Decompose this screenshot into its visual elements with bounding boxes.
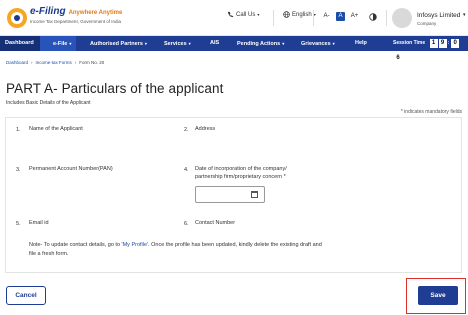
nav-ais[interactable]: AIS — [210, 36, 219, 51]
chevron-right-icon: › — [74, 60, 77, 65]
session-digit: 1 — [429, 39, 438, 48]
session-digit: 0 — [451, 39, 460, 48]
field-number: 2. — [184, 127, 189, 133]
chevron-right-icon: › — [31, 60, 33, 65]
brand-subtitle: Income Tax Department, Government of Ind… — [30, 19, 121, 24]
chevron-down-icon: ▾ — [257, 12, 260, 17]
session-time-label: Session Time — [393, 40, 426, 46]
font-increase-button[interactable]: A+ — [350, 12, 359, 21]
divider — [313, 10, 314, 26]
field-number: 3. — [16, 167, 21, 173]
page-subtitle: Includes Basic Details of the Applicant — [6, 100, 91, 106]
breadcrumb: Dashboard › Income-tax Forms › Form No. … — [6, 60, 104, 65]
user-menu[interactable]: Infosys Limited Company — [417, 12, 460, 26]
incorporation-date-label: Date of incorporation of the company/ pa… — [195, 165, 287, 181]
field-number: 5. — [16, 221, 21, 227]
field-number: 6. — [184, 221, 189, 227]
nav-authorised-partners[interactable]: Authorised Partners ▾ — [90, 36, 147, 51]
brand-title-hindi: Anywhere Anytime — [68, 10, 123, 16]
email-label: Email id — [29, 220, 49, 226]
applicant-name-label: Name of the Applicant — [29, 126, 83, 132]
phone-icon — [227, 11, 234, 18]
language-label: English — [292, 11, 312, 18]
avatar[interactable] — [392, 8, 412, 28]
nav-pending-actions[interactable]: Pending Actions ▾ — [237, 36, 284, 51]
brand-title: e-Filing — [30, 6, 66, 17]
mandatory-note: * indicates mandatory fields — [401, 109, 462, 115]
incorporation-date-input[interactable] — [195, 186, 265, 203]
field-number: 4. — [184, 167, 189, 173]
breadcrumb-dashboard[interactable]: Dashboard — [6, 60, 28, 65]
cancel-button[interactable]: Cancel — [6, 286, 46, 305]
call-us-menu[interactable]: Call Us ▾ — [227, 11, 259, 18]
pan-label: Permanent Account Number(PAN) — [29, 166, 113, 172]
nav-help-label: Help — [355, 40, 367, 46]
contrast-icon[interactable] — [369, 13, 377, 21]
session-timer: Session Time 1 9:06 — [393, 36, 468, 63]
nav-dashboard[interactable]: Dashboard — [0, 36, 40, 51]
chevron-down-icon: ▾ — [282, 41, 285, 46]
nav-services[interactable]: Services ▾ — [164, 36, 191, 51]
emblem-logo[interactable] — [6, 7, 28, 29]
chevron-down-icon: ▾ — [69, 41, 72, 46]
divider — [386, 10, 387, 26]
font-decrease-button[interactable]: A- — [322, 12, 331, 21]
page-title: PART A- Particulars of the applicant — [6, 81, 224, 96]
profile-note: Note- To update contact details, go to '… — [29, 241, 329, 259]
nav-efile[interactable]: e-File ▾ — [40, 36, 76, 51]
brand: e-Filing Anywhere Anytime Income Tax Depa… — [30, 6, 122, 24]
contact-number-label: Contact Number — [195, 220, 236, 226]
chevron-down-icon: ▾ — [188, 41, 191, 46]
mandatory-note-text: * indicates mandatory fields — [400, 109, 462, 115]
address-label: Address — [195, 126, 216, 132]
nav-ais-label: AIS — [210, 40, 220, 46]
session-digit: 9 — [438, 39, 447, 48]
nav-help[interactable]: Help — [355, 36, 367, 51]
nav-authorised-partners-label: Authorised Partners — [90, 41, 143, 47]
note-text-pre: Note- To update contact details, go to ' — [29, 242, 123, 248]
save-button[interactable]: Save — [418, 286, 458, 305]
user-role: Company — [417, 21, 437, 26]
user-name: Infosys Limited — [417, 12, 461, 19]
globe-icon — [283, 11, 290, 18]
nav-grievances-label: Grievances — [301, 41, 331, 47]
calendar-icon[interactable] — [251, 191, 258, 198]
nav-dashboard-label: Dashboard — [5, 40, 34, 46]
incorporation-date-label-line1: Date of incorporation of the company/ — [195, 166, 287, 172]
nav-services-label: Services — [164, 41, 187, 47]
language-selector[interactable]: English ▾ — [283, 11, 316, 18]
my-profile-link[interactable]: My Profile — [123, 242, 147, 248]
divider — [273, 10, 274, 26]
breadcrumb-income-tax-forms[interactable]: Income-tax Forms — [36, 60, 72, 65]
font-normal-button[interactable]: A — [336, 12, 345, 21]
chevron-down-icon[interactable]: ▾ — [463, 12, 466, 18]
top-header: e-Filing Anywhere Anytime Income Tax Depa… — [0, 0, 468, 36]
nav-efile-label: e-File — [53, 41, 68, 47]
nav-pending-actions-label: Pending Actions — [237, 41, 281, 47]
call-us-label: Call Us — [236, 11, 256, 18]
field-number: 1. — [16, 127, 21, 133]
session-digit: 6 — [394, 54, 402, 63]
nav-grievances[interactable]: Grievances ▾ — [301, 36, 335, 51]
breadcrumb-current: Form No. 20 — [79, 60, 105, 65]
chevron-down-icon: ▾ — [332, 41, 335, 46]
chevron-down-icon: ▾ — [144, 41, 147, 46]
incorporation-date-label-line2: partnership firm/proprietary concern * — [195, 174, 286, 180]
